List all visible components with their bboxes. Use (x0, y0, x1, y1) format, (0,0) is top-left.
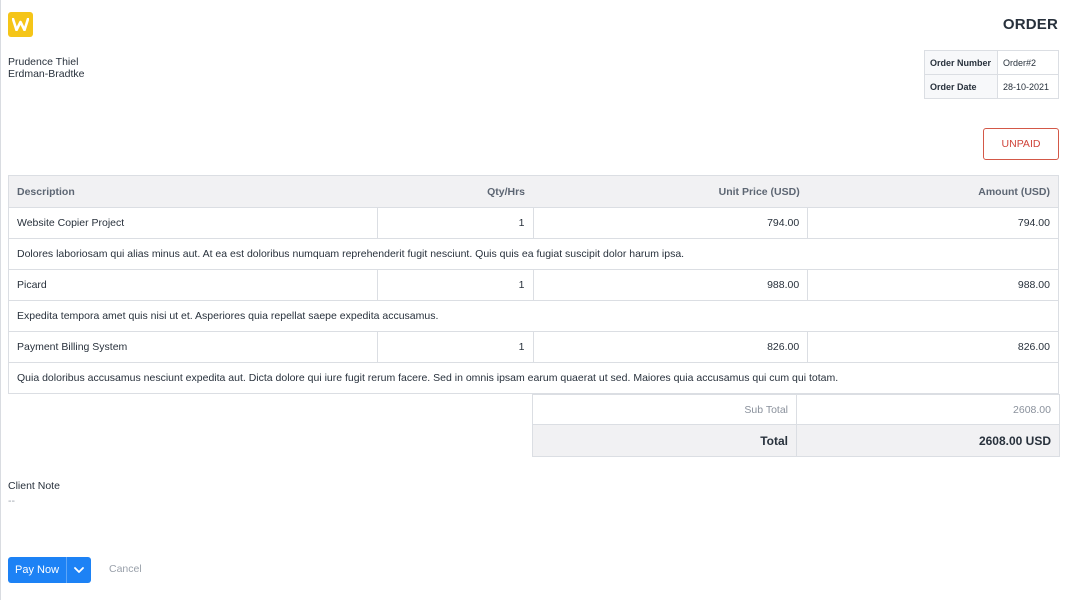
item-amount: 826.00 (807, 331, 1059, 363)
item-description-row: Quia doloribus accusamus nesciunt expedi… (8, 362, 1059, 394)
order-date-row: Order Date 28-10-2021 (924, 74, 1059, 99)
total-label: Total (532, 424, 797, 457)
client-note-label: Client Note (8, 480, 60, 492)
client-company: Erdman-Bradtke (8, 68, 85, 80)
order-meta-table: Order Number Order#2 Order Date 28-10-20… (924, 50, 1059, 99)
item-description-row: Dolores laboriosam qui alias minus aut. … (8, 238, 1059, 270)
header-unit-price: Unit Price (USD) (533, 175, 808, 208)
subtotal-row: Sub Total 2608.00 (532, 394, 1060, 425)
cancel-link[interactable]: Cancel (109, 563, 142, 575)
order-number-label: Order Number (924, 50, 998, 75)
item-amount: 988.00 (807, 269, 1059, 301)
total-value: 2608.00 USD (796, 424, 1060, 457)
logo-w-icon (12, 18, 29, 31)
item-description-row: Expedita tempora amet quis nisi ut et. A… (8, 300, 1059, 332)
pay-now-button[interactable]: Pay Now (8, 557, 68, 583)
status-badge: UNPAID (983, 128, 1059, 160)
item-qty: 1 (376, 331, 534, 363)
header-amount: Amount (USD) (807, 175, 1059, 208)
item-unit-price: 794.00 (532, 207, 809, 239)
document-title: ORDER (1002, 16, 1058, 33)
subtotal-label: Sub Total (532, 394, 797, 425)
pay-options-dropdown[interactable] (67, 557, 91, 583)
item-qty: 1 (376, 207, 534, 239)
order-date-label: Order Date (924, 74, 998, 99)
item-name: Picard (8, 269, 378, 301)
item-name: Payment Billing System (8, 331, 378, 363)
company-logo (8, 12, 33, 37)
items-table: Description Qty/Hrs Unit Price (USD) Amo… (8, 175, 1059, 394)
item-row: Payment Billing System 1 826.00 826.00 (8, 331, 1059, 363)
item-description: Quia doloribus accusamus nesciunt expedi… (8, 362, 1059, 394)
page-left-border (0, 0, 1, 600)
header-qty: Qty/Hrs (377, 175, 533, 208)
item-amount: 794.00 (807, 207, 1059, 239)
order-number-value: Order#2 (997, 50, 1059, 75)
header-description: Description (8, 175, 378, 208)
item-row: Picard 1 988.00 988.00 (8, 269, 1059, 301)
total-row: Total 2608.00 USD (532, 424, 1060, 457)
client-info: Prudence Thiel Erdman-Bradtke (8, 56, 84, 80)
client-note-value: -- (8, 495, 15, 507)
order-date-value: 28-10-2021 (997, 74, 1059, 99)
item-qty: 1 (376, 269, 534, 301)
item-description: Dolores laboriosam qui alias minus aut. … (8, 238, 1059, 270)
order-number-row: Order Number Order#2 (924, 50, 1059, 75)
item-unit-price: 826.00 (532, 331, 809, 363)
item-row: Website Copier Project 1 794.00 794.00 (8, 207, 1059, 239)
item-description: Expedita tempora amet quis nisi ut et. A… (8, 300, 1059, 332)
totals-table: Sub Total 2608.00 Total 2608.00 USD (532, 394, 1060, 457)
item-name: Website Copier Project (8, 207, 378, 239)
items-header-row: Description Qty/Hrs Unit Price (USD) Amo… (8, 175, 1059, 208)
item-unit-price: 988.00 (532, 269, 809, 301)
client-name: Prudence Thiel (8, 56, 79, 68)
subtotal-value: 2608.00 (796, 394, 1060, 425)
chevron-down-icon (74, 566, 84, 573)
pay-now-button-group[interactable]: Pay Now (8, 557, 92, 583)
